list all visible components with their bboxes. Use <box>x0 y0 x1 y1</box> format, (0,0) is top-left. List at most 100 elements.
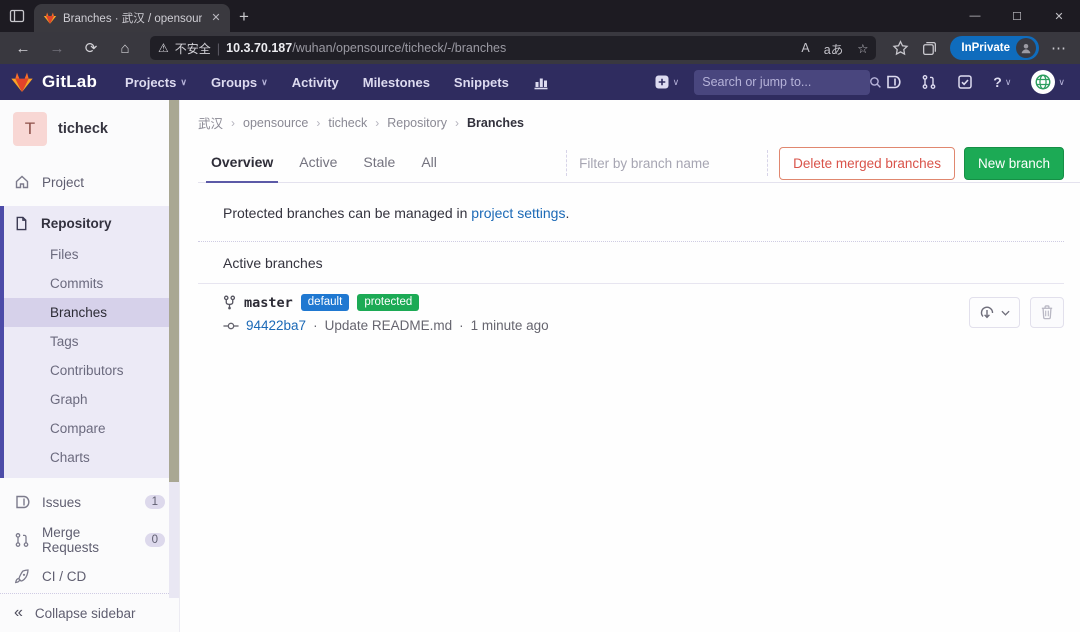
merge-requests-count-badge: 0 <box>145 533 165 547</box>
nav-groups[interactable]: Groups ∨ <box>201 69 278 96</box>
sidebar-item-tags[interactable]: Tags <box>4 327 179 356</box>
maximize-button[interactable]: ☐ <box>996 0 1038 32</box>
issues-nav-icon[interactable] <box>880 70 906 94</box>
translate-icon[interactable]: aあ <box>824 39 843 58</box>
browser-tab[interactable]: Branches · 武汉 / opensource / t ✕ <box>34 4 230 32</box>
sidebar-scrollbar[interactable] <box>169 100 179 598</box>
new-tab-button[interactable]: + <box>230 4 258 32</box>
sidebar-item-project-label: Project <box>42 175 165 190</box>
nav-snippets[interactable]: Snippets <box>444 69 519 96</box>
read-aloud-icon[interactable]: A <box>801 41 809 55</box>
sidebar-item-contributors[interactable]: Contributors <box>4 356 179 385</box>
analytics-chart-icon[interactable] <box>523 68 559 96</box>
new-menu-button[interactable]: ∨ <box>649 70 685 94</box>
sidebar-item-graph[interactable]: Graph <box>4 385 179 414</box>
nav-groups-label: Groups <box>211 75 257 90</box>
minimize-button[interactable]: — <box>954 0 996 32</box>
branch-filter-input[interactable] <box>569 150 765 177</box>
nav-projects-label: Projects <box>125 75 176 90</box>
chevron-down-icon: ∨ <box>261 77 268 88</box>
gitlab-brand[interactable]: GitLab <box>10 70 97 94</box>
sidebar-item-merge-requests-label: Merge Requests <box>42 525 133 555</box>
tab-stale[interactable]: Stale <box>350 144 408 182</box>
trash-icon <box>1040 305 1054 320</box>
favorites-bar-icon[interactable] <box>892 40 909 57</box>
delete-merged-branches-button[interactable]: Delete merged branches <box>779 147 955 180</box>
main-content: 武汉 › opensource › ticheck › Repository ›… <box>180 100 1080 632</box>
window-controls: — ☐ ✕ <box>954 0 1080 32</box>
breadcrumb-item[interactable]: Repository <box>387 116 447 130</box>
issues-count-badge: 1 <box>145 495 165 509</box>
collapse-sidebar-button[interactable]: « Collapse sidebar <box>0 594 179 632</box>
user-menu[interactable]: ∨ <box>1026 66 1070 98</box>
site-security-chip[interactable]: ⚠ 不安全 <box>158 40 211 57</box>
sidebar-item-repository[interactable]: Repository <box>4 206 179 240</box>
security-label: 不安全 <box>175 40 211 57</box>
sidebar-item-issues-label: Issues <box>42 495 133 510</box>
sidebar-item-project[interactable]: Project <box>0 166 179 198</box>
tab-all[interactable]: All <box>408 144 450 182</box>
project-header[interactable]: T ticheck <box>0 100 179 160</box>
inprivate-badge[interactable]: InPrivate <box>950 36 1039 60</box>
tab-actions-menu-icon[interactable] <box>0 0 34 32</box>
tab-active[interactable]: Active <box>286 144 350 182</box>
sidebar-item-cicd[interactable]: CI / CD <box>0 561 179 593</box>
breadcrumb-item[interactable]: ticheck <box>328 116 367 130</box>
gitlab-brand-name: GitLab <box>42 72 97 92</box>
help-menu[interactable]: ? ∨ <box>988 70 1016 94</box>
user-avatar-globe-icon <box>1031 70 1055 94</box>
tab-title: Branches · 武汉 / opensource / t <box>63 10 202 26</box>
sidebar-section-repository: Repository Files Commits Branches Tags C… <box>0 206 179 478</box>
settings-more-icon[interactable]: ⋯ <box>1051 39 1066 57</box>
chevron-right-icon: › <box>455 116 459 130</box>
commit-sha-link[interactable]: 94422ba7 <box>246 318 306 333</box>
sidebar-item-branches[interactable]: Branches <box>4 298 179 327</box>
merge-request-icon <box>14 532 30 548</box>
tab-overview[interactable]: Overview <box>198 144 286 182</box>
breadcrumb-item[interactable]: 武汉 <box>198 113 223 132</box>
sidebar-item-issues[interactable]: Issues 1 <box>0 486 179 518</box>
commit-time: 1 minute ago <box>471 318 549 333</box>
nav-projects[interactable]: Projects ∨ <box>115 69 197 96</box>
new-branch-button[interactable]: New branch <box>964 147 1064 180</box>
delete-branch-button[interactable] <box>1030 297 1064 328</box>
global-search[interactable] <box>694 70 870 95</box>
forward-icon[interactable]: → <box>42 35 72 61</box>
chevron-down-icon: ∨ <box>1005 77 1012 88</box>
todos-nav-icon[interactable] <box>952 70 978 94</box>
sidebar-item-commits[interactable]: Commits <box>4 269 179 298</box>
nav-milestones[interactable]: Milestones <box>353 69 440 96</box>
sidebar-item-compare[interactable]: Compare <box>4 414 179 443</box>
address-bar[interactable]: ⚠ 不安全 | 10.3.70.187 /wuhan/opensource/ti… <box>150 36 876 60</box>
close-button[interactable]: ✕ <box>1038 0 1080 32</box>
chevron-down-icon <box>1001 310 1010 316</box>
warning-icon: ⚠ <box>158 41 169 55</box>
url-path: /wuhan/opensource/ticheck/-/branches <box>292 41 506 55</box>
breadcrumb-item[interactable]: opensource <box>243 116 308 130</box>
refresh-icon[interactable]: ⟳ <box>76 35 106 61</box>
sidebar-scrollbar-thumb[interactable] <box>169 100 179 482</box>
sidebar-item-merge-requests[interactable]: Merge Requests 0 <box>0 523 179 557</box>
chevron-right-icon: › <box>316 116 320 130</box>
project-name: ticheck <box>58 121 108 137</box>
rocket-icon <box>14 569 30 585</box>
nav-snippets-label: Snippets <box>454 75 509 90</box>
search-input[interactable] <box>702 75 863 89</box>
branch-name-link[interactable]: master <box>244 295 293 311</box>
collections-icon[interactable] <box>921 40 938 57</box>
nav-activity[interactable]: Activity <box>282 69 349 96</box>
back-icon[interactable]: ← <box>8 35 38 61</box>
download-branch-button[interactable] <box>969 297 1020 328</box>
sidebar-footer: « Collapse sidebar <box>0 593 179 632</box>
project-settings-link[interactable]: project settings <box>471 205 565 221</box>
sidebar-item-files[interactable]: Files <box>4 240 179 269</box>
home-icon[interactable]: ⌂ <box>110 35 140 61</box>
help-icon: ? <box>993 74 1002 90</box>
collapse-sidebar-label: Collapse sidebar <box>35 606 136 621</box>
sidebar-item-charts[interactable]: Charts <box>4 443 179 472</box>
favorite-star-icon[interactable]: ☆ <box>857 41 868 56</box>
merge-requests-nav-icon[interactable] <box>916 70 942 94</box>
collapse-chevrons-icon: « <box>14 604 23 622</box>
tab-close-icon[interactable]: ✕ <box>208 10 224 26</box>
dot-separator: · <box>313 318 318 333</box>
